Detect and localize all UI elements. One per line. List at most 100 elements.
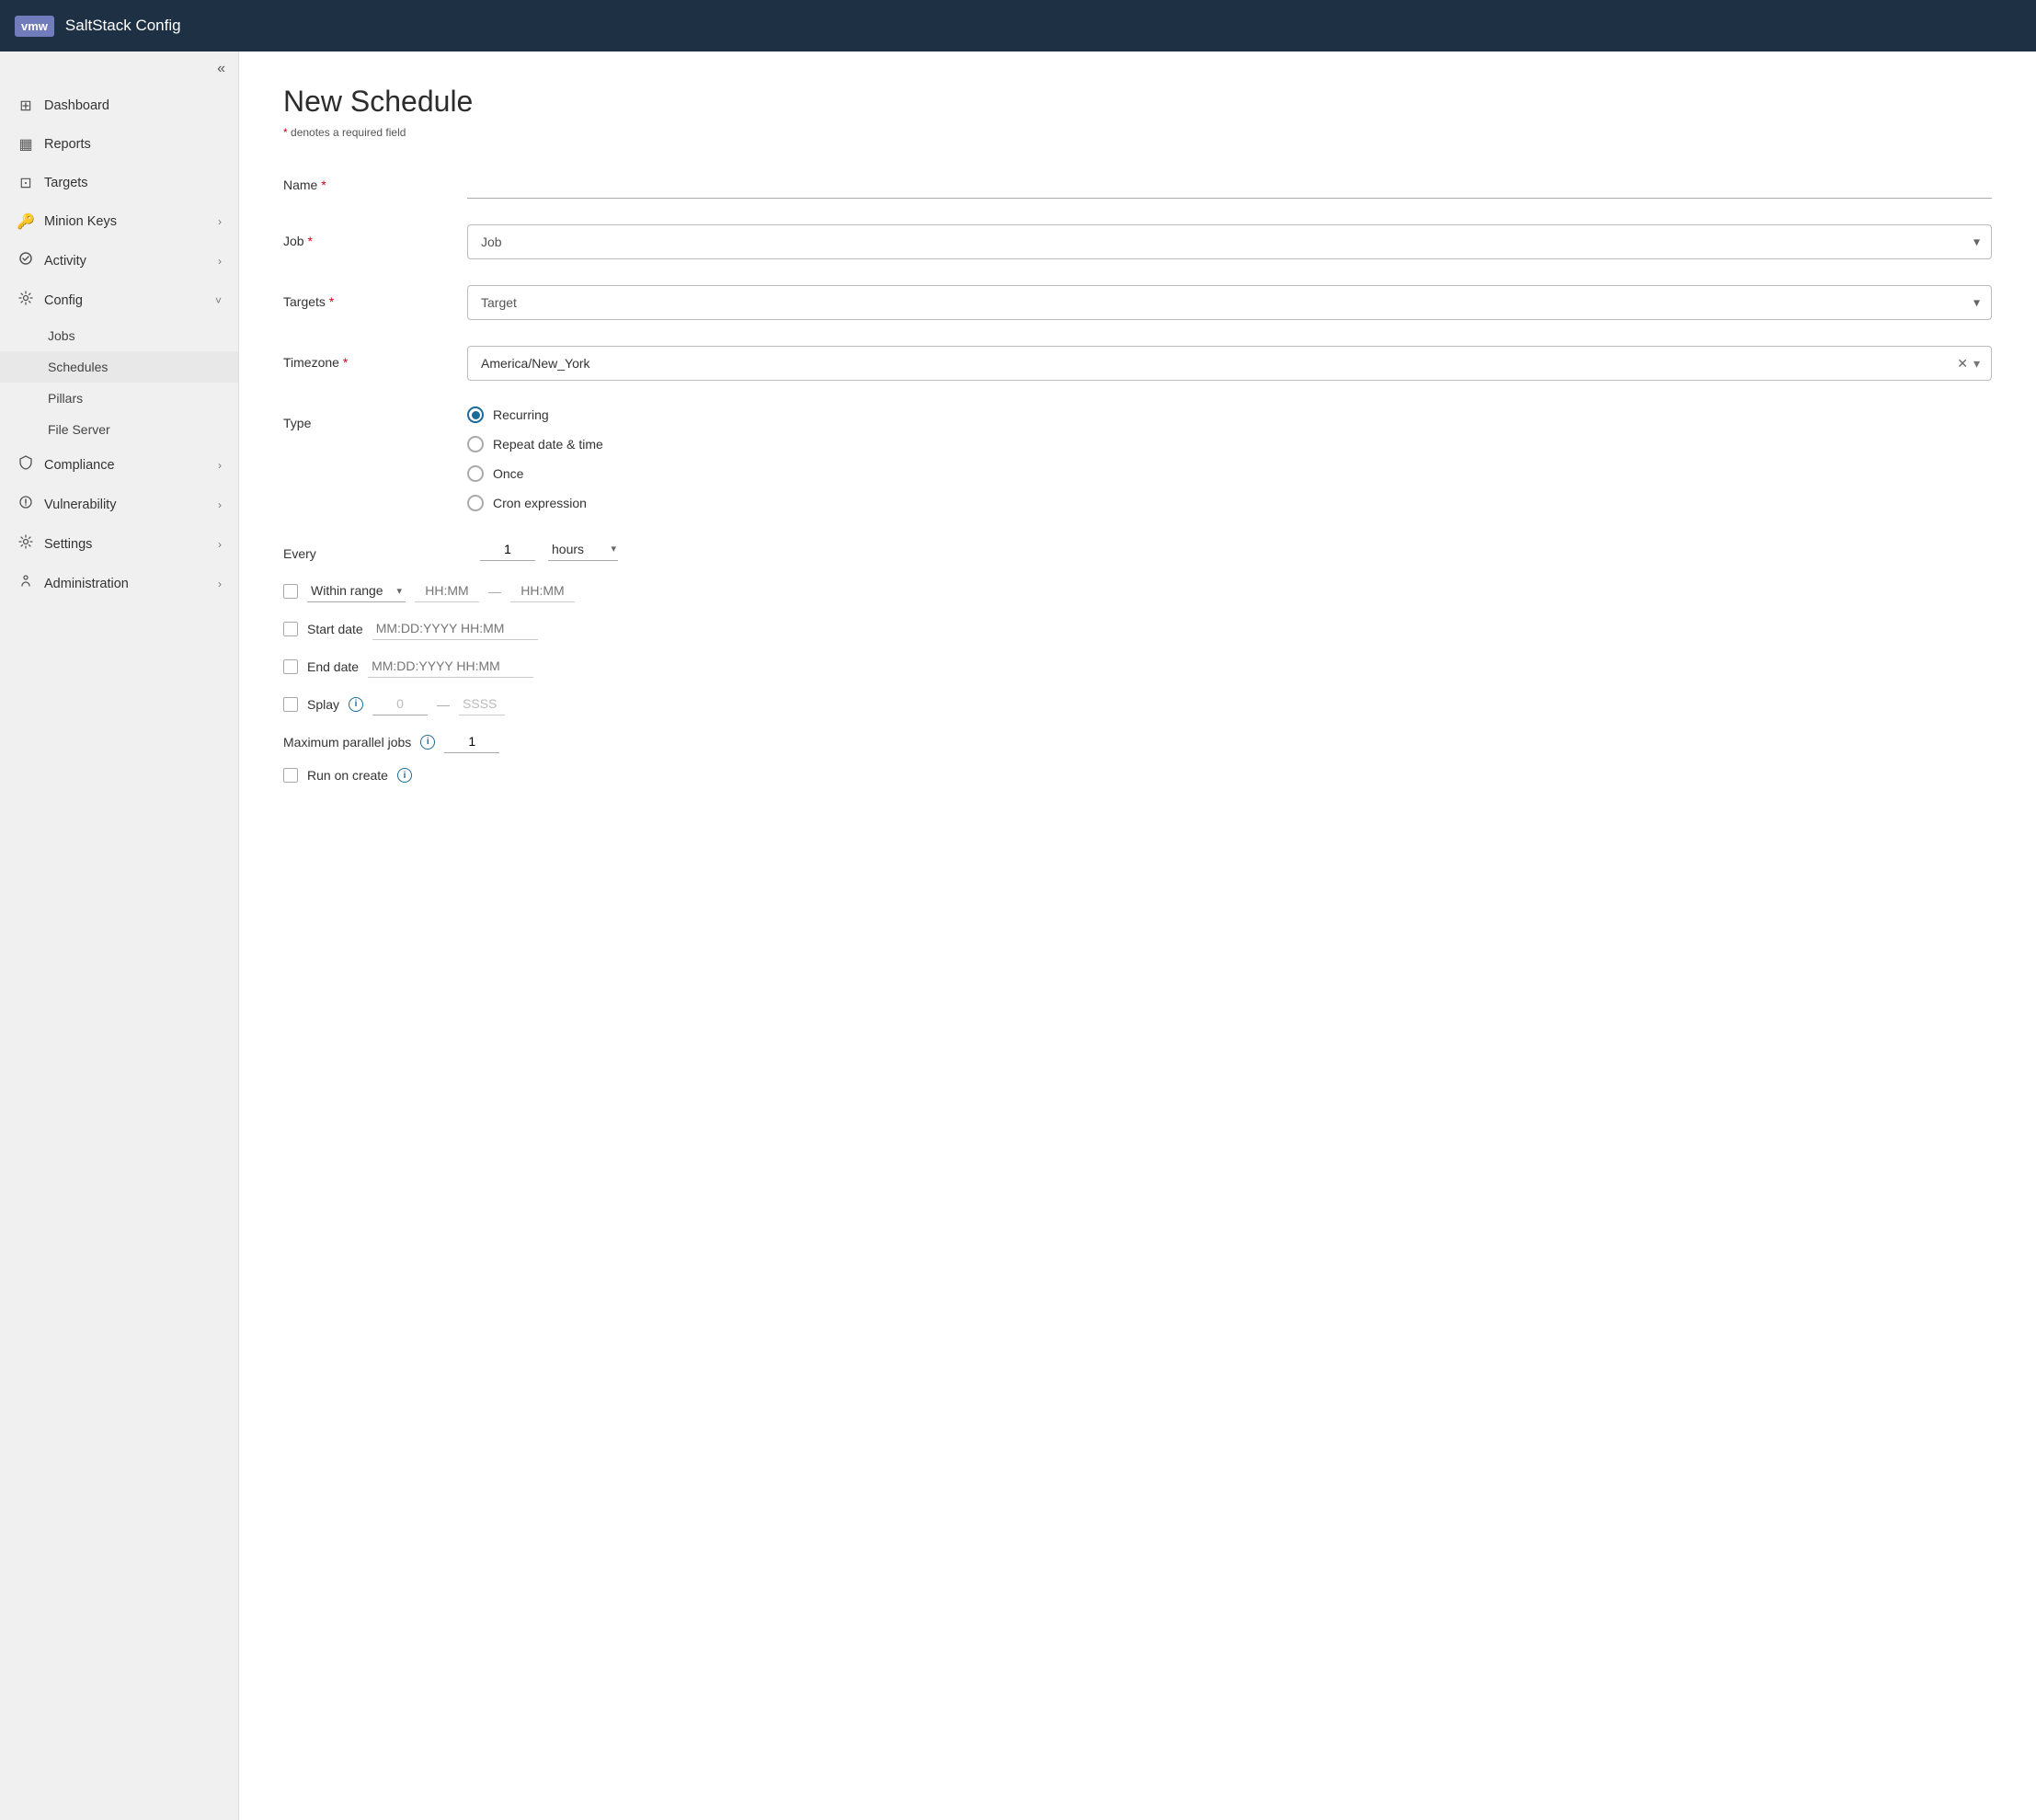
name-input[interactable] [467, 168, 1992, 199]
required-note: * denotes a required field [283, 126, 1992, 139]
sidebar-item-minion-keys[interactable]: 🔑 Minion Keys › [0, 202, 238, 241]
targets-select-wrap: Target ▾ [467, 285, 1992, 320]
sidebar-item-activity[interactable]: Activity › [0, 241, 238, 280]
vulnerability-icon [17, 495, 35, 514]
sidebar-item-targets[interactable]: ⊡ Targets [0, 164, 238, 202]
clear-icon[interactable]: ✕ [1957, 356, 1968, 372]
app-title: SaltStack Config [65, 17, 181, 35]
radio-once[interactable] [467, 465, 484, 482]
start-date-checkbox[interactable] [283, 622, 298, 636]
sidebar-sub-item-schedules[interactable]: Schedules [0, 351, 238, 383]
reports-icon: ▦ [17, 135, 35, 154]
type-once-option[interactable]: Once [467, 465, 1992, 482]
sidebar-item-label: Compliance [44, 458, 115, 473]
radio-cron[interactable] [467, 495, 484, 511]
start-date-input[interactable] [372, 617, 538, 640]
type-recurring-option[interactable]: Recurring [467, 406, 1992, 423]
collapse-icon[interactable]: « [217, 61, 225, 77]
type-radio-group: Recurring Repeat date & time Once Cron e… [467, 406, 1992, 511]
sidebar-item-label: Dashboard [44, 98, 109, 113]
activity-icon [17, 251, 35, 270]
every-row: Every hours minutes days weeks months ▾ [283, 537, 1992, 561]
sidebar-item-compliance[interactable]: Compliance › [0, 445, 238, 485]
administration-icon [17, 574, 35, 593]
timezone-select-wrap: America/New_York UTC America/Los_Angeles… [467, 346, 1992, 381]
run-on-create-checkbox[interactable] [283, 768, 298, 783]
timezone-select[interactable]: America/New_York UTC America/Los_Angeles… [468, 347, 1957, 380]
content-area: New Schedule * denotes a required field … [239, 52, 2036, 1820]
within-range-select[interactable]: Within range [307, 579, 406, 602]
name-control [467, 168, 1992, 199]
sidebar-item-label: Administration [44, 577, 129, 591]
within-range-wrap: Within range ▾ — [307, 579, 575, 602]
targets-select[interactable]: Target [468, 286, 1991, 319]
timezone-actions: ✕ ▾ [1957, 356, 1991, 372]
range-dash: — [488, 584, 501, 599]
job-row: Job * Job ▾ [283, 224, 1992, 259]
end-date-input[interactable] [368, 655, 533, 678]
splay-checkbox[interactable] [283, 697, 298, 712]
splay-label: Splay [307, 697, 339, 712]
sidebar-item-config[interactable]: Config ˅ [0, 280, 238, 320]
splay-wrap: — SSSS [372, 693, 505, 715]
chevron-right-icon: › [218, 498, 222, 511]
chevron-down-icon: ▾ [1973, 356, 1980, 372]
sidebar-item-label: Activity [44, 254, 86, 269]
radio-repeat[interactable] [467, 436, 484, 452]
sidebar-sub-item-pillars[interactable]: Pillars [0, 383, 238, 414]
start-date-label: Start date [307, 622, 363, 636]
within-range-checkbox[interactable] [283, 584, 298, 599]
within-range-end-input[interactable] [510, 579, 575, 602]
timezone-label: Timezone * [283, 346, 467, 370]
splay-unit: SSSS [459, 693, 505, 715]
splay-dash: — [437, 697, 450, 712]
type-label: Type [283, 406, 467, 430]
chevron-right-icon: › [218, 255, 222, 268]
sidebar-sub-item-jobs[interactable]: Jobs [0, 320, 238, 351]
compliance-icon [17, 455, 35, 475]
top-header: vmw SaltStack Config [0, 0, 2036, 52]
sidebar-collapse-button[interactable]: « [0, 52, 238, 86]
run-on-create-info-icon[interactable]: i [397, 768, 412, 783]
within-range-row: Within range ▾ — [283, 579, 1992, 602]
sidebar-item-settings[interactable]: Settings › [0, 524, 238, 564]
within-range-start-input[interactable] [415, 579, 479, 602]
type-repeat-option[interactable]: Repeat date & time [467, 436, 1992, 452]
chevron-down-icon: ˅ [215, 294, 222, 307]
sidebar-item-label: Config [44, 293, 83, 308]
max-parallel-info-icon[interactable]: i [420, 735, 435, 750]
end-date-checkbox[interactable] [283, 659, 298, 674]
max-parallel-label: Maximum parallel jobs [283, 735, 411, 750]
every-value-input[interactable] [480, 538, 535, 561]
sidebar-item-reports[interactable]: ▦ Reports [0, 125, 238, 164]
every-unit-wrap: hours minutes days weeks months ▾ [548, 538, 618, 561]
max-parallel-input[interactable] [444, 730, 499, 753]
type-cron-option[interactable]: Cron expression [467, 495, 1992, 511]
type-row: Type Recurring Repeat date & time Once [283, 406, 1992, 511]
run-on-create-label: Run on create [307, 768, 388, 783]
chevron-right-icon: › [218, 459, 222, 472]
targets-icon: ⊡ [17, 174, 35, 192]
every-label: Every [283, 537, 467, 561]
targets-control: Target ▾ [467, 285, 1992, 320]
sidebar-sub-item-file-server[interactable]: File Server [0, 414, 238, 445]
job-select[interactable]: Job [468, 225, 1991, 258]
max-parallel-row: Maximum parallel jobs i [283, 730, 1992, 753]
sidebar-item-vulnerability[interactable]: Vulnerability › [0, 485, 238, 524]
sidebar-item-dashboard[interactable]: ⊞ Dashboard [0, 86, 238, 125]
radio-recurring[interactable] [467, 406, 484, 423]
run-on-create-row: Run on create i [283, 768, 1992, 783]
name-label: Name * [283, 168, 467, 192]
job-label: Job * [283, 224, 467, 248]
every-unit-select[interactable]: hours minutes days weeks months [548, 538, 618, 560]
config-icon [17, 291, 35, 310]
required-star: * [283, 126, 288, 139]
sidebar-item-label: Reports [44, 137, 91, 152]
minion-keys-icon: 🔑 [17, 212, 35, 231]
splay-row: Splay i — SSSS [283, 693, 1992, 715]
vmw-logo: vmw [15, 16, 54, 37]
splay-value-input[interactable] [372, 693, 428, 715]
splay-info-icon[interactable]: i [349, 697, 363, 712]
timezone-control: America/New_York UTC America/Los_Angeles… [467, 346, 1992, 381]
sidebar-item-administration[interactable]: Administration › [0, 564, 238, 603]
